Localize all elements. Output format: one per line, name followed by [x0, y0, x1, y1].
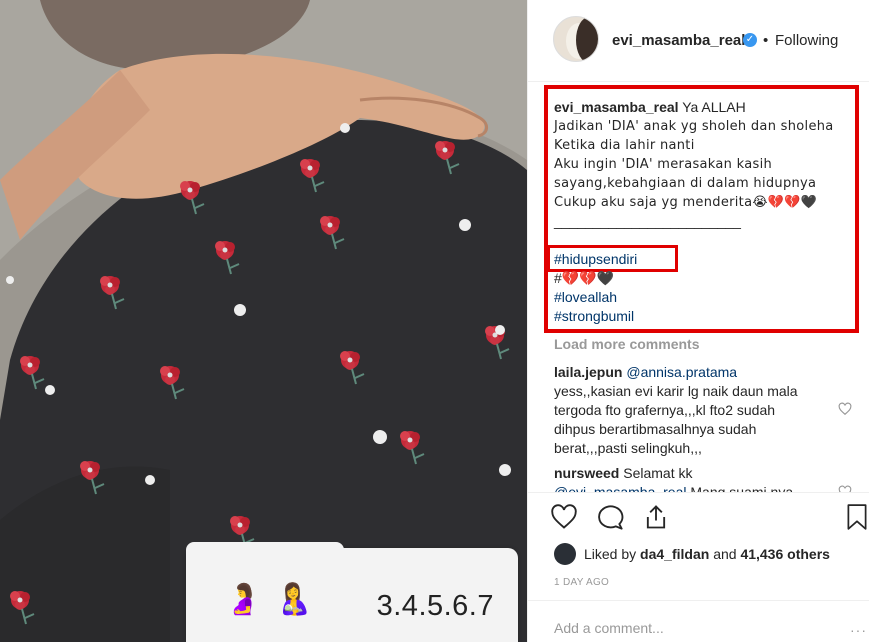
- post-photo[interactable]: 🤰 🤱 3.4.5.6.7: [0, 0, 527, 642]
- caption-line: sayang,kebahgiaan di dalam hidupnya: [554, 176, 817, 191]
- divider: [528, 492, 869, 493]
- post-details-panel: evi_masamba_real ✓ • Following evi_masam…: [527, 0, 869, 642]
- load-more-comments-button[interactable]: Load more comments: [554, 336, 699, 352]
- comment-first-line: laila.jepun @annisa.pratama: [554, 363, 839, 382]
- hashtag-link[interactable]: #hidupsendiri: [554, 250, 854, 269]
- caption-line: Ya ALLAH: [682, 99, 746, 115]
- post-timestamp[interactable]: 1 DAY AGO: [554, 577, 609, 588]
- likes-count-link[interactable]: 41,436 others: [740, 546, 830, 562]
- comment-text: dihpus berartibmasalhnya sudah: [554, 421, 757, 437]
- more-options-icon[interactable]: ···: [850, 622, 867, 638]
- post-header: evi_masamba_real ✓ • Following: [528, 0, 869, 82]
- photo-overlay-card: 🤰 🤱 3.4.5.6.7: [186, 542, 518, 642]
- action-bar: [550, 503, 670, 531]
- comment-bubble-icon[interactable]: [596, 503, 624, 531]
- header-separator: •: [763, 32, 769, 49]
- liker-avatar[interactable]: [554, 543, 576, 565]
- caption-line: Cukup aku saja yg menderita😭💔💔🖤: [554, 195, 818, 210]
- like-comment-heart-icon[interactable]: [838, 402, 852, 416]
- likes-text: Liked by da4_fildan and 41,436 others: [584, 546, 830, 562]
- hashtag-link[interactable]: #💔💔🖤: [554, 269, 854, 288]
- caption-line: Ketika dia lahir nanti: [554, 138, 695, 153]
- breastfeeding-emoji: 🤱: [275, 582, 313, 617]
- comment-text: berat,,,pasti selingkuh,,,: [554, 440, 702, 456]
- comment-text: Selamat kk: [623, 465, 693, 481]
- comment-username[interactable]: laila.jepun: [554, 364, 622, 380]
- overlay-card-tab: [186, 542, 344, 562]
- liker-username[interactable]: da4_fildan: [640, 546, 709, 562]
- comment-second-line: @evi_masamba_real Mang suami nya: [554, 483, 839, 492]
- following-button[interactable]: Following: [775, 32, 838, 49]
- comment-item: nursweed Selamat kk @evi_masamba_real Ma…: [554, 464, 839, 492]
- comment-username[interactable]: nursweed: [554, 465, 619, 481]
- header-username[interactable]: evi_masamba_real: [612, 32, 745, 49]
- caption-line: Aku ingin 'DIA' merasakan kasih: [554, 157, 773, 172]
- overlay-number: 3.4.5.6.7: [376, 590, 494, 622]
- comment-text: tergoda fto grafernya,,,kl fto2 sudah: [554, 402, 776, 418]
- comment-mention[interactable]: @evi_masamba_real: [554, 484, 687, 492]
- likes-and: and: [713, 546, 737, 562]
- pregnant-woman-emoji: 🤰: [224, 582, 262, 617]
- caption-divider: ________________________: [554, 213, 741, 229]
- caption-first-line: evi_masamba_real Ya ALLAH: [554, 98, 854, 117]
- post-caption: evi_masamba_real Ya ALLAH Jadikan 'DIA' …: [554, 98, 854, 326]
- likes-prefix: Liked by: [584, 546, 637, 562]
- overlay-emojis: 🤰 🤱: [224, 582, 313, 617]
- hashtag-link[interactable]: #strongbumil: [554, 307, 854, 326]
- share-icon[interactable]: [642, 503, 670, 531]
- comment-text: yess,,kasian evi karir lg naik daun mala: [554, 383, 798, 399]
- likes-summary: Liked by da4_fildan and 41,436 others: [554, 543, 830, 565]
- comment-mention[interactable]: @annisa.pratama: [626, 364, 737, 380]
- caption-username[interactable]: evi_masamba_real: [554, 99, 679, 115]
- like-heart-icon[interactable]: [550, 503, 578, 531]
- hashtag-link[interactable]: #loveallah: [554, 288, 854, 307]
- caption-line: Jadikan 'DIA' anak yg sholeh dan sholeha: [554, 119, 834, 134]
- divider: [528, 600, 869, 601]
- avatar[interactable]: [553, 16, 599, 62]
- verified-badge-icon: ✓: [743, 33, 757, 47]
- add-comment-input[interactable]: Add a comment...: [554, 620, 664, 636]
- comment-item: laila.jepun @annisa.pratama yess,,kasian…: [554, 363, 839, 458]
- bookmark-icon[interactable]: [844, 503, 869, 531]
- comment-first-line: nursweed Selamat kk: [554, 464, 839, 483]
- comment-text: Mang suami nya: [690, 484, 794, 492]
- avatar-hair: [576, 17, 598, 61]
